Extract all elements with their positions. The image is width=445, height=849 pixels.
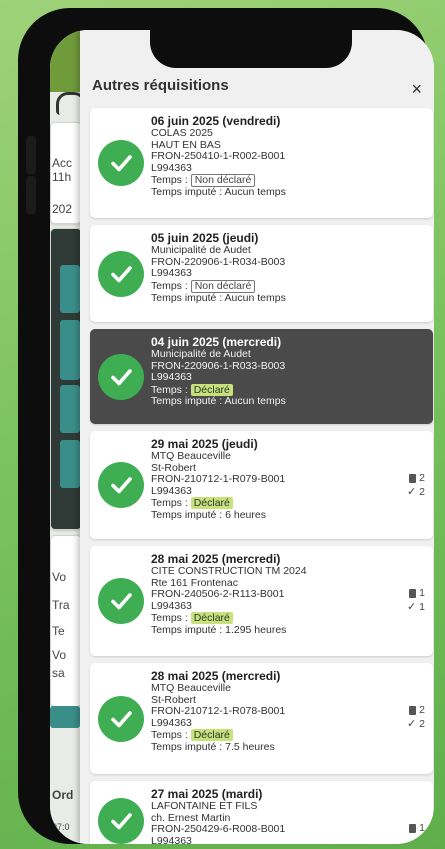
requisition-card[interactable]: 06 juin 2025 (vendredi) COLAS 2025 HAUT EN… [90, 108, 433, 218]
temps-label: Temps : [151, 279, 188, 292]
requisition-card[interactable]: 04 juin 2025 (mercredi) Municipalité de A… [90, 329, 433, 424]
background-app: Acc 11h 202 Vo Tra Te Vo sa Ord 07:0 [50, 30, 86, 844]
document-count: 2 [419, 472, 425, 484]
bg-text: Ord [52, 788, 74, 802]
side-button [26, 176, 36, 214]
requisition-counts: 1 [409, 821, 425, 835]
requisition-line: L994363 [151, 161, 192, 174]
requisition-card[interactable]: 28 mai 2025 (mercredi) MTQ Beauceville St-… [90, 663, 433, 774]
document-icon [409, 473, 417, 483]
temps-label: Temps : [151, 383, 188, 396]
status-badge: Déclaré [190, 497, 233, 510]
requisition-details: 28 mai 2025 (mercredi) CITE CONSTRUCTION … [151, 553, 391, 637]
notch [150, 30, 352, 68]
requisition-line: Municipalité de Audet [151, 244, 251, 256]
status-badge: Déclaré [190, 612, 233, 625]
imputed-time: Temps imputé : 1.295 heures [151, 623, 287, 636]
requisition-line: L994363 [151, 484, 192, 497]
bg-text: Vo [52, 648, 67, 662]
bg-text: sa [52, 666, 65, 680]
imputed-time: Temps imputé : 7.5 heures [151, 740, 275, 753]
checked-count: 1 [419, 601, 425, 613]
requisition-card[interactable]: 05 juin 2025 (jeudi) Municipalité de Aude… [90, 225, 433, 322]
requisition-line: CITE CONSTRUCTION TM 2024 [151, 565, 307, 577]
background-button [60, 385, 80, 433]
requisition-details: 06 juin 2025 (vendredi) COLAS 2025 HAUT EN… [151, 115, 391, 199]
requisition-line: COLAS 2025 [151, 127, 213, 139]
requisition-line: LAFONTAINE ET FILS [151, 800, 258, 812]
requisition-counts: 2 ✓ 2 [407, 471, 425, 499]
app-header [50, 30, 80, 92]
requisition-line: L994363 [151, 599, 192, 612]
document-icon [409, 823, 417, 833]
temps-label: Temps : [151, 174, 188, 187]
side-button [26, 136, 36, 174]
check-circle-icon [98, 798, 144, 844]
temps-label: Temps : [151, 497, 188, 510]
imputed-time: Temps imputé : 6 heures [151, 508, 266, 521]
bg-text: Vo [52, 570, 67, 584]
screen: Acc 11h 202 Vo Tra Te Vo sa Ord 07:0 Aut… [50, 30, 434, 844]
bg-text: 07:0 [52, 822, 70, 832]
requisition-card[interactable]: 28 mai 2025 (mercredi) CITE CONSTRUCTION … [90, 546, 433, 656]
requisition-details: 28 mai 2025 (mercredi) MTQ Beauceville St-… [151, 670, 391, 754]
document-icon [409, 588, 417, 598]
temps-label: Temps : [151, 729, 188, 742]
check-circle-icon [98, 696, 144, 742]
bg-text: Te [52, 624, 65, 638]
check-circle-icon [98, 140, 144, 186]
check-circle-icon [98, 354, 144, 400]
checked-count: 2 [419, 486, 425, 498]
check-circle-icon [98, 462, 144, 508]
document-count: 2 [419, 704, 425, 716]
phone-frame: Acc 11h 202 Vo Tra Te Vo sa Ord 07:0 Aut… [18, 8, 434, 844]
requisition-details: 04 juin 2025 (mercredi) Municipalité de A… [151, 336, 391, 408]
background-button [60, 265, 80, 313]
requisition-counts: 1 ✓ 1 [407, 586, 425, 614]
panel-title: Autres réquisitions [92, 77, 229, 94]
checkmark-icon: ✓ [406, 601, 417, 613]
bg-text: Acc [52, 156, 73, 170]
background-card [50, 535, 82, 707]
background-button [50, 706, 80, 728]
bg-text: Tra [52, 598, 70, 612]
checked-count: 2 [419, 718, 425, 730]
checkmark-icon: ✓ [406, 486, 417, 498]
imputed-time: Temps imputé : Aucun temps [151, 395, 286, 408]
document-count: 1 [419, 587, 425, 599]
requisition-counts: 2 ✓ 2 [407, 703, 425, 731]
imputed-time: Temps imputé : Aucun temps [151, 186, 286, 199]
status-badge: Non déclaré [190, 279, 256, 293]
requisition-card[interactable]: 29 mai 2025 (jeudi) MTQ Beauceville St-Rob… [90, 431, 433, 539]
status-badge: Déclaré [190, 729, 233, 742]
bg-text: 11h [52, 170, 72, 184]
time-status-row: Temps : Non déclaré [151, 279, 391, 293]
status-badge: Déclaré [190, 383, 233, 396]
requisition-line: L994363 [151, 716, 192, 729]
document-count: 1 [419, 822, 425, 834]
checkmark-icon: ✓ [406, 718, 417, 730]
requisition-line: L994363 [151, 267, 192, 280]
requisition-line: L994363 [151, 834, 192, 844]
requisition-card[interactable]: 27 mai 2025 (mardi) LAFONTAINE ET FILS ch.… [90, 781, 433, 844]
check-circle-icon [98, 578, 144, 624]
document-icon [409, 705, 417, 715]
requisition-details: 27 mai 2025 (mardi) LAFONTAINE ET FILS ch.… [151, 788, 391, 845]
background-button [60, 320, 80, 380]
check-circle-icon [98, 251, 144, 297]
bg-text: 202 [52, 202, 73, 216]
requisition-details: 29 mai 2025 (jeudi) MTQ Beauceville St-Rob… [151, 438, 391, 522]
close-button[interactable]: × [411, 80, 422, 98]
requisition-line: Municipalité de Audet [151, 348, 251, 360]
temps-label: Temps : [151, 612, 188, 625]
requisition-details: 05 juin 2025 (jeudi) Municipalité de Aude… [151, 232, 391, 304]
background-button [60, 440, 80, 488]
imputed-time: Temps imputé : Aucun temps [151, 291, 286, 304]
other-requisitions-panel: Autres réquisitions × 06 juin 2025 (vend… [80, 30, 434, 844]
requisition-line: MTQ Beauceville [151, 682, 231, 694]
requisition-line: MTQ Beauceville [151, 450, 231, 462]
requisition-line: L994363 [151, 371, 192, 384]
